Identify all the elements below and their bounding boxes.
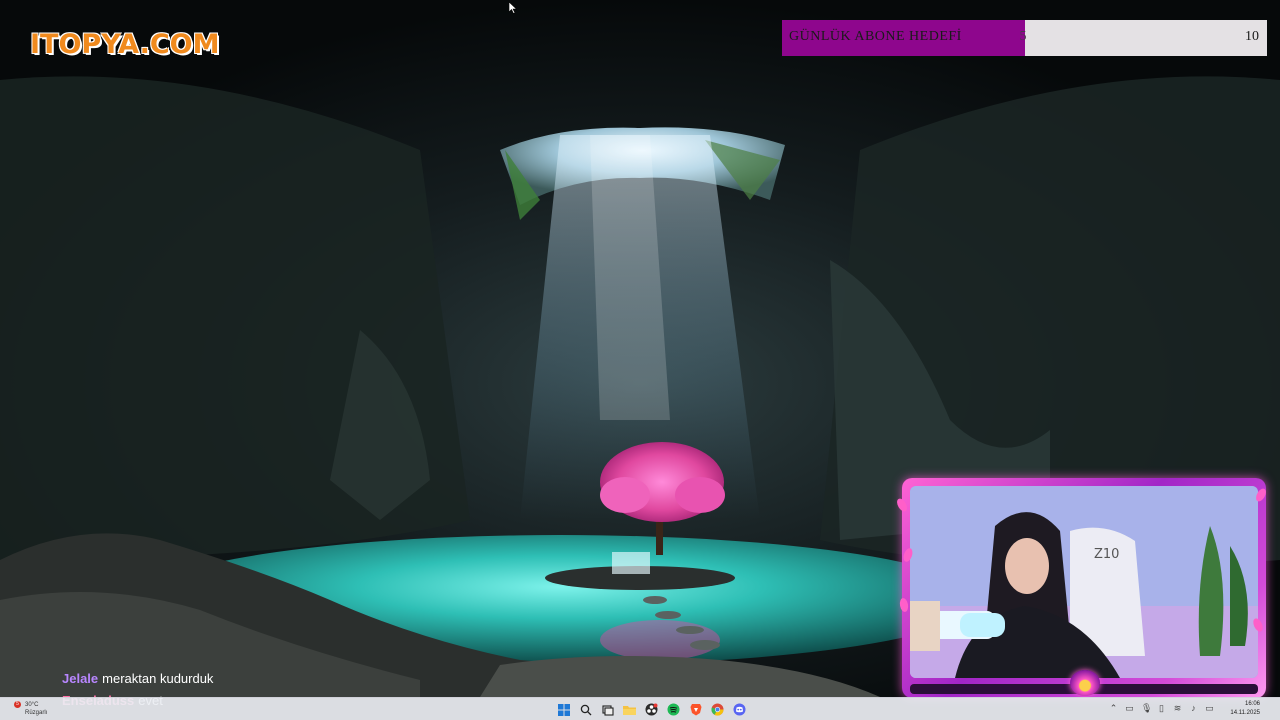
chat-text: meraktan kudurduk bbox=[102, 671, 214, 686]
obs-icon[interactable] bbox=[643, 701, 660, 718]
windows-taskbar: 5 30°C Rüzgarlı ⌃ ▭ 🎙 ▯ ≋ ♪ ▭ 16:06 14.1… bbox=[0, 697, 1280, 720]
clock-time: 16:06 bbox=[1244, 701, 1260, 707]
lotus-emblem-icon bbox=[1070, 670, 1100, 696]
spotify-icon[interactable] bbox=[665, 701, 682, 718]
microphone-icon[interactable]: 🎙 bbox=[1141, 703, 1152, 714]
search-icon[interactable] bbox=[577, 701, 594, 718]
webcam-frame: Z10 bbox=[895, 478, 1268, 698]
chat-username: Jelale bbox=[62, 671, 99, 686]
weather-temp: 30°C bbox=[25, 702, 39, 708]
file-explorer-icon[interactable] bbox=[621, 701, 638, 718]
discord-icon[interactable] bbox=[731, 701, 748, 718]
windows-start-icon[interactable] bbox=[555, 701, 572, 718]
brave-browser-icon[interactable] bbox=[687, 701, 704, 718]
clock-date: 14.11.2025 bbox=[1230, 710, 1260, 716]
itopya-logo: ITOPYA.COM bbox=[30, 29, 220, 60]
stream-scene: ITOPYA.COM GÜNLÜK ABONE HEDEFİ 5 10 Z10 bbox=[0, 0, 1280, 720]
wifi-icon[interactable]: ≋ bbox=[1173, 703, 1182, 714]
webcam-feed: Z10 bbox=[910, 486, 1258, 678]
mouse-cursor-icon bbox=[508, 1, 518, 19]
volume-icon[interactable]: ♪ bbox=[1189, 703, 1198, 714]
taskbar-apps bbox=[555, 701, 748, 718]
chat-message: Jelale meraktan kudurduk bbox=[62, 671, 213, 693]
system-tray: ⌃ ▭ 🎙 ▯ ≋ ♪ ▭ bbox=[1109, 703, 1214, 714]
chrome-icon[interactable] bbox=[709, 701, 726, 718]
taskbar-clock[interactable]: 16:06 14.11.2025 bbox=[1230, 700, 1260, 718]
network-icon[interactable]: ▭ bbox=[1125, 703, 1134, 714]
goal-current-value: 5 bbox=[1019, 29, 1027, 44]
chevron-up-icon[interactable]: ⌃ bbox=[1109, 703, 1118, 714]
display-icon[interactable]: ▯ bbox=[1157, 703, 1166, 714]
weather-condition: Rüzgarlı bbox=[25, 710, 48, 716]
subscriber-goal-widget: GÜNLÜK ABONE HEDEFİ 5 10 bbox=[782, 20, 1267, 56]
goal-target-value: 10 bbox=[1245, 29, 1259, 44]
weather-widget[interactable]: 5 30°C Rüzgarlı bbox=[14, 701, 47, 717]
goal-label: GÜNLÜK ABONE HEDEFİ bbox=[789, 29, 962, 44]
notification-badge: 5 bbox=[14, 701, 21, 708]
task-view-icon[interactable] bbox=[599, 701, 616, 718]
svg-text:Z10: Z10 bbox=[1094, 547, 1119, 562]
battery-icon[interactable]: ▭ bbox=[1205, 703, 1214, 714]
